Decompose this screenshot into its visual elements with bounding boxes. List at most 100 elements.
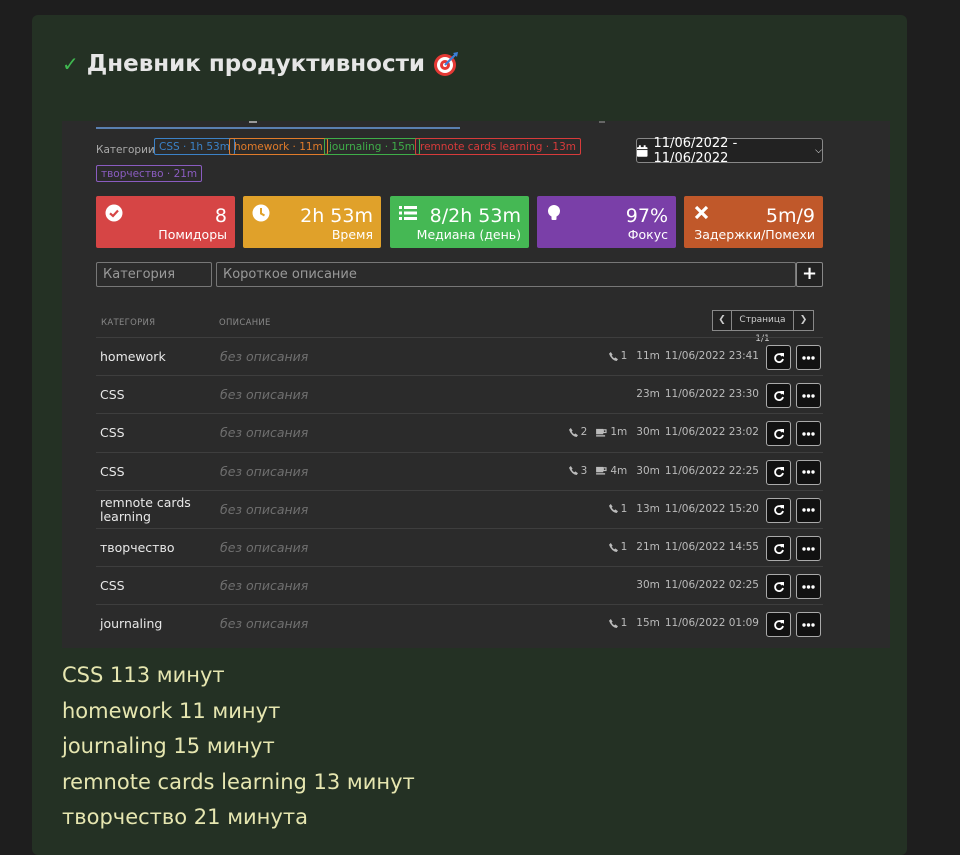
stat-value: 5m/9 [765, 205, 815, 227]
more-options-button[interactable] [796, 345, 821, 370]
next-page-button[interactable]: ❯ [794, 310, 814, 331]
description-input[interactable]: Короткое описание [216, 262, 796, 287]
page-title: Дневник продуктивности [86, 51, 426, 77]
calls-count: 3 [568, 465, 587, 477]
category-chip-journaling[interactable]: journaling · 15m [324, 138, 420, 155]
restart-button[interactable] [766, 383, 791, 409]
datetime: 11/06/2022 14:55 [664, 541, 759, 553]
phone-icon [608, 542, 618, 552]
calls-count: 1 [608, 541, 627, 553]
phone-icon [608, 618, 618, 628]
stat-label: Задержки/Помехи [694, 227, 815, 242]
restart-button[interactable] [766, 497, 791, 523]
more-options-button[interactable] [796, 421, 821, 447]
stat-time: 2h 53m Время [243, 196, 381, 248]
duration: 21m [636, 541, 660, 553]
date-range-button[interactable]: 11/06/2022 - 11/06/2022 ⌵ [636, 135, 823, 166]
datetime: 11/06/2022 01:09 [664, 617, 759, 630]
row-meta: 3 4m 30m 11/06/2022 22:25 [568, 464, 759, 477]
summary-line: творчество 21 минута [62, 805, 308, 829]
breaks-count: 4m [596, 465, 627, 477]
category-chip-creativity[interactable]: творчество · 21m [96, 165, 203, 182]
ellipsis-icon [802, 432, 815, 436]
app-screenshot-panel: Категории CSS · 1h 53m homework · 11m jo… [62, 121, 890, 648]
stat-value: 8/2h 53m [429, 205, 521, 227]
phone-icon [568, 466, 578, 476]
redo-icon [773, 467, 784, 478]
redo-icon [773, 581, 784, 592]
stat-value: 97% [625, 205, 668, 227]
prev-page-button[interactable]: ❮ [712, 310, 732, 331]
coffee-icon [596, 428, 607, 437]
summary-line: CSS 113 минут [62, 663, 225, 687]
restart-button[interactable] [766, 459, 791, 485]
row-description: без описания [220, 349, 309, 364]
phone-icon [608, 504, 618, 514]
ellipsis-icon [802, 393, 815, 398]
row-meta: 30m 11/06/2022 02:25 [632, 579, 759, 591]
clock-icon [252, 204, 270, 222]
calls-count: 2 [568, 426, 587, 438]
datetime: 11/06/2022 22:25 [664, 464, 759, 477]
more-options-button[interactable] [796, 574, 821, 600]
row-meta: 1 15m 11/06/2022 01:09 [608, 617, 759, 630]
row-meta: 1 13m 11/06/2022 15:20 [608, 503, 759, 515]
stats-row: 8 Помидоры 2h 53m Время 8/2h 53m Медиана… [96, 196, 823, 248]
more-options-button[interactable] [796, 612, 821, 638]
row-description: без описания [220, 387, 309, 403]
stat-label: Фокус [627, 227, 668, 242]
duration: 30m [636, 464, 660, 477]
page-indicator: Страница 1/1 [732, 310, 794, 344]
restart-button[interactable] [766, 345, 791, 370]
redo-icon [773, 505, 784, 516]
summary-line: remnote cards learning 13 минут [62, 769, 415, 794]
category-chip-remnote[interactable]: remnote cards learning · 13m [415, 138, 582, 155]
coffee-icon [596, 466, 607, 475]
more-options-button[interactable] [796, 459, 821, 485]
more-options-button[interactable] [796, 497, 821, 523]
datetime: 11/06/2022 23:30 [664, 388, 759, 401]
chevron-down-icon: ⌵ [815, 145, 822, 156]
ellipsis-icon [802, 623, 815, 627]
page-heading: ✓ Дневник продуктивности [62, 48, 459, 80]
restart-button[interactable] [766, 612, 791, 638]
restart-button[interactable] [766, 421, 791, 447]
row-meta: 23m 11/06/2022 23:30 [632, 388, 759, 400]
redo-icon [773, 428, 784, 439]
checkmark-icon: ✓ [62, 52, 79, 76]
stat-value: 8 [214, 205, 227, 227]
stat-focus: 97% Фокус [537, 196, 676, 248]
calls-count: 1 [608, 617, 627, 629]
restart-button[interactable] [766, 574, 791, 600]
table-row: CSS без описания 3 4m 30m 11/06/2022 22:25 [96, 451, 823, 491]
row-category: CSS [100, 387, 125, 403]
duration: 30m [636, 579, 660, 592]
restart-button[interactable] [766, 536, 791, 561]
add-entry-button[interactable]: + [796, 262, 823, 287]
table-row: творчество без описания 1 21m 11/06/2022 14:… [96, 528, 823, 567]
x-icon [694, 205, 709, 220]
pagination: ❮ Страница 1/1 ❯ [712, 310, 814, 344]
more-options-button[interactable] [796, 383, 821, 409]
category-input[interactable]: Категория [96, 262, 212, 287]
phone-icon [608, 351, 618, 361]
more-options-button[interactable] [796, 536, 821, 561]
datetime: 11/06/2022 23:02 [664, 426, 759, 439]
row-description: без описания [220, 540, 309, 555]
table-row: CSS без описания 23m 11/06/2022 23:30 [96, 375, 823, 414]
row-category: remnote cards learning [100, 494, 191, 524]
category-chip-homework[interactable]: homework · 11m [229, 138, 328, 155]
category-chip-css[interactable]: CSS · 1h 53m [154, 138, 235, 155]
stat-median: 8/2h 53m Медиана (день) [390, 196, 529, 248]
lightbulb-icon [548, 205, 560, 220]
target-emoji-icon [434, 52, 459, 76]
row-meta: 1 11m 11/06/2022 23:41 [608, 350, 759, 362]
row-description: без описания [220, 501, 309, 517]
list-icon [399, 206, 417, 220]
calls-count: 1 [608, 503, 627, 515]
tab-marker [249, 121, 257, 123]
redo-icon [773, 352, 784, 363]
calendar-icon [637, 144, 648, 157]
date-range-value: 11/06/2022 - 11/06/2022 [653, 135, 738, 166]
row-category: CSS [100, 463, 125, 479]
